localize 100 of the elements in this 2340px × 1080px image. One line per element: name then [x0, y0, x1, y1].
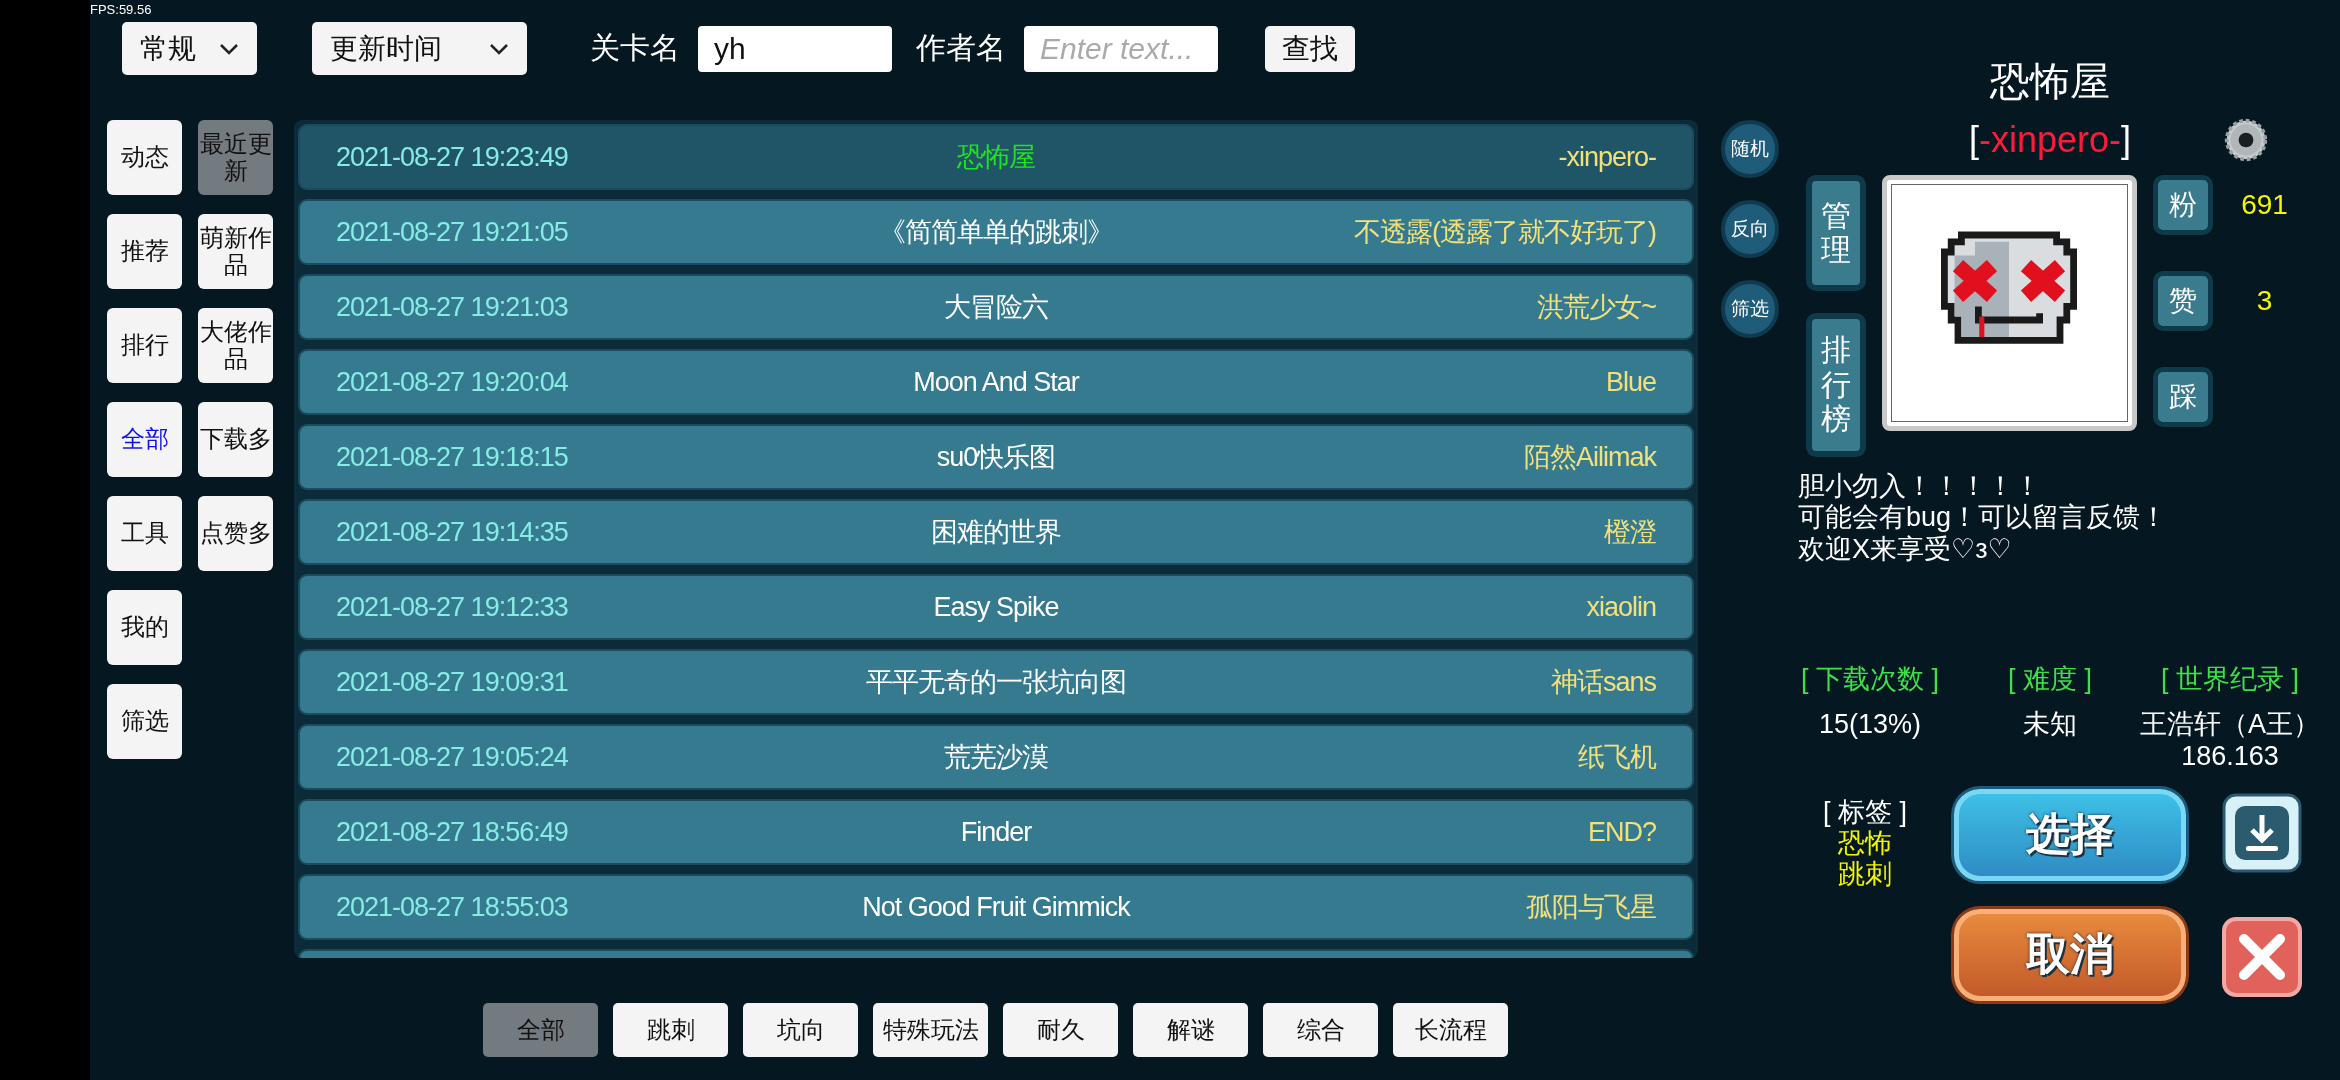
level-author: 孤阳与飞星 — [1525, 891, 1656, 924]
level-row[interactable]: 2021-08-27 19:05:24 荒芜沙漠 纸飞机 — [300, 726, 1692, 788]
download-icon[interactable] — [2222, 792, 2302, 873]
stat-label: [ 世界纪录 ] — [2161, 663, 2299, 697]
level-title: Not Good Fruit Gimmick — [861, 891, 1132, 923]
level-title: su0快乐图 — [935, 441, 1057, 474]
stat-label: [ 下载次数 ] — [1801, 663, 1939, 697]
menu-button[interactable]: 筛选 — [107, 684, 182, 759]
upload-time: 2021-08-27 18:55:03 — [336, 891, 569, 923]
author-field[interactable]: Enter text... — [1024, 25, 1218, 72]
reaction-count: 3 — [2255, 285, 2274, 317]
upload-time: 2021-08-27 18:56:49 — [336, 816, 569, 848]
tag: 恐怖 — [1838, 827, 1892, 859]
tags-label: [ 标签 ] — [1823, 796, 1907, 828]
level-title: 平平无奇的一张坑向图 — [865, 666, 1127, 699]
reaction-button[interactable]: 踩 — [2152, 367, 2213, 427]
field-label: 关卡名 — [590, 30, 680, 66]
chevron-icon — [489, 42, 509, 55]
bracket: ] — [2121, 119, 2132, 160]
upload-time: 2021-08-27 19:14:35 — [336, 516, 569, 548]
category-tab[interactable]: 综合 — [1263, 1003, 1378, 1057]
level-row[interactable]: 2021-08-27 19:20:04 Moon And Star Blue — [300, 351, 1692, 413]
search-button[interactable]: 查找 — [1265, 25, 1355, 72]
level-row[interactable]: 2021-08-27 19:21:05 《简简单单的跳刺》 不透露(透露了就不好玩了) — [300, 201, 1692, 263]
level-author: 洪荒少女~ — [1536, 291, 1656, 324]
level-title: Moon And Star — [912, 366, 1081, 398]
level-row[interactable]: 2021-08-27 18:56:49 Finder END? — [300, 801, 1692, 863]
settings-icon[interactable] — [2222, 117, 2269, 163]
menu-button[interactable]: 排行 — [107, 308, 182, 383]
round-button[interactable]: 筛选 — [1721, 280, 1779, 338]
level-row[interactable]: 2021-08-27 19:21:03 大冒险六 洪荒少女~ — [300, 276, 1692, 338]
menu-button[interactable]: 大佬作品 — [198, 308, 273, 383]
bracket: [ — [1968, 119, 1979, 160]
level-title: 困难的世界 — [930, 516, 1062, 549]
level-author: -xinpero- — [1557, 141, 1656, 173]
level-row[interactable]: 2021-08-27 19:14:35 困难的世界 橙澄 — [300, 501, 1692, 563]
upload-time: 2021-08-27 19:18:15 — [336, 441, 569, 473]
level-author: 神话sans — [1549, 666, 1656, 699]
round-button[interactable]: 随机 — [1721, 120, 1779, 178]
level-row[interactable]: 2021-08-27 19:23:49 恐怖屋 -xinpero- — [300, 126, 1692, 188]
level-row[interactable]: 2021-08-27 19:12:33 Easy Spike xiaolin — [300, 576, 1692, 638]
reaction-button[interactable]: 赞 — [2152, 271, 2213, 331]
level-title: Easy Spike — [932, 591, 1060, 623]
menu-button[interactable]: 动态 — [107, 120, 182, 195]
chevron-icon — [219, 42, 239, 55]
category-tab[interactable]: 跳刺 — [613, 1003, 728, 1057]
upload-time: 2021-08-27 19:12:33 — [336, 591, 569, 623]
category-tab[interactable]: 特殊玩法 — [873, 1003, 988, 1057]
level-title: 《简简单单的跳刺》 — [878, 216, 1114, 249]
stat-value: 王浩轩（A王） — [2140, 709, 2320, 741]
stat-value: 15(13%) — [1818, 709, 1921, 741]
reaction-button[interactable]: 粉 — [2152, 175, 2213, 235]
upload-time: 2021-08-27 19:09:31 — [336, 666, 569, 698]
level-author: END? — [1586, 816, 1656, 848]
menu-button[interactable]: 下载多 — [198, 402, 273, 477]
menu-button[interactable]: 点赞多 — [198, 496, 273, 571]
level-title: 恐怖屋 — [956, 141, 1036, 174]
category-tab[interactable]: 耐久 — [1003, 1003, 1118, 1057]
menu-button[interactable]: 全部 — [107, 402, 182, 477]
field-label: 作者名 — [916, 30, 1006, 66]
reaction-count: 691 — [2240, 189, 2289, 221]
stat-label: [ 难度 ] — [2007, 663, 2092, 697]
upload-time: 2021-08-27 19:21:03 — [336, 291, 569, 323]
level-name-field[interactable]: yh — [698, 25, 892, 72]
level-author: Blue — [1604, 366, 1656, 398]
upload-time: 2021-08-27 19:21:05 — [336, 216, 569, 248]
upload-time: 2021-08-27 19:20:04 — [336, 366, 569, 398]
upload-time: 2021-08-27 19:05:24 — [336, 741, 569, 773]
level-author: 橙澄 — [1603, 516, 1656, 549]
level-author: xiaolin — [1585, 591, 1656, 623]
level-author: 不透露(透露了就不好玩了) — [1353, 216, 1656, 249]
side-button[interactable]: 排行榜 — [1805, 313, 1866, 457]
description-line: 可能会有bug！可以留言反馈！ — [1798, 502, 2168, 535]
level-title: Finder — [959, 816, 1033, 848]
level-row[interactable]: 2021-08-27 19:18:15 su0快乐图 陌然Ailimak — [300, 426, 1692, 488]
level-row[interactable]: 2021-08-27 18:55:03 Not Good Fruit Gimmick 孤阳与飞星 — [300, 876, 1692, 938]
category-tab[interactable]: 解谜 — [1133, 1003, 1248, 1057]
menu-button[interactable]: 最近更新 — [198, 120, 273, 195]
stat-value: 未知 — [2023, 709, 2077, 741]
tag: 跳刺 — [1838, 858, 1892, 890]
category-tab[interactable]: 长流程 — [1393, 1003, 1508, 1057]
category-tab[interactable]: 全部 — [483, 1003, 598, 1057]
round-button[interactable]: 反向 — [1721, 200, 1779, 258]
menu-button[interactable]: 推荐 — [107, 214, 182, 289]
level-author: 纸飞机 — [1577, 741, 1656, 774]
menu-button[interactable]: 工具 — [107, 496, 182, 571]
author-name[interactable]: -xinpero- — [1978, 119, 2122, 160]
upload-time: 2021-08-27 19:23:49 — [336, 141, 569, 173]
level-title: 大冒险六 — [943, 291, 1049, 324]
category-dropdown[interactable]: 常规 — [122, 22, 257, 75]
side-button[interactable]: 管理 — [1805, 175, 1866, 291]
category-tab[interactable]: 坑向 — [743, 1003, 858, 1057]
level-name: 恐怖屋 — [1990, 58, 2110, 105]
close-icon[interactable] — [2222, 916, 2302, 997]
menu-button[interactable]: 我的 — [107, 590, 182, 665]
sort-dropdown[interactable]: 更新时间 — [312, 22, 527, 75]
menu-button[interactable]: 萌新作品 — [198, 214, 273, 289]
level-row[interactable]: 2021-08-27 19:09:31 平平无奇的一张坑向图 神话sans — [300, 651, 1692, 713]
stat-value: 186.163 — [2181, 740, 2279, 773]
level-title: 荒芜沙漠 — [943, 741, 1049, 774]
